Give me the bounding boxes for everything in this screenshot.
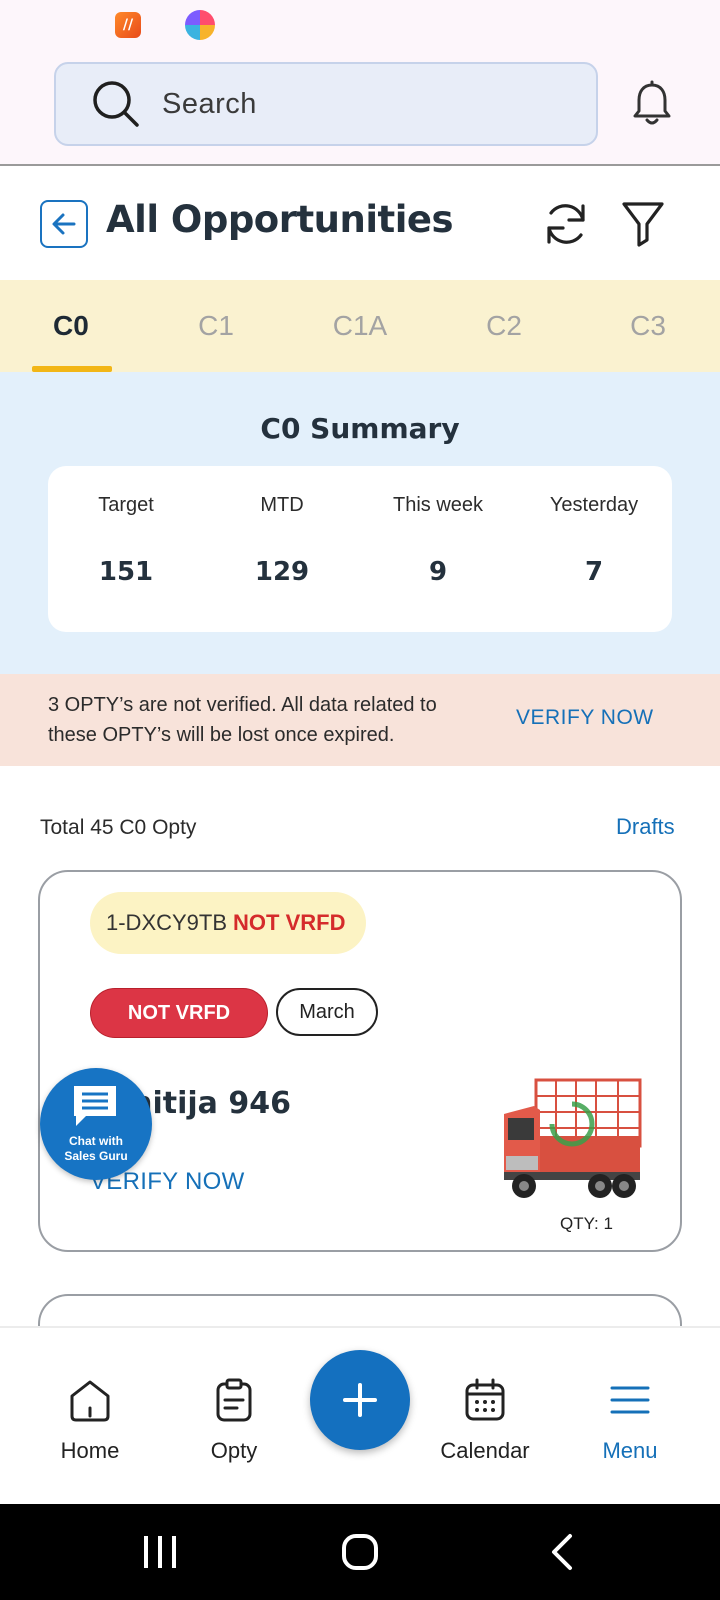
filter-icon[interactable]	[620, 198, 666, 250]
notification-app-icon-2	[185, 10, 215, 40]
summary-section: C0 Summary Target 151 MTD 129 This week …	[0, 372, 720, 674]
tab-c2[interactable]: C2	[432, 280, 576, 372]
nav-opty-label: Opty	[210, 1438, 258, 1463]
recent-apps-icon[interactable]	[140, 1532, 180, 1572]
tab-c0[interactable]: C0	[0, 280, 144, 372]
clipboard-icon	[216, 1378, 252, 1422]
notification-app-icon: //	[115, 12, 141, 38]
warning-message: 3 OPTY’s are not verified. All data rela…	[48, 694, 437, 746]
home-system-icon[interactable]	[340, 1532, 380, 1572]
bottom-navigation: Home Opty Calendar Menu	[0, 1326, 720, 1504]
stat-value: 129	[254, 557, 310, 587]
chat-label-line2: Sales Guru	[64, 1149, 128, 1163]
home-icon	[70, 1380, 110, 1422]
month-badge: March	[276, 988, 378, 1036]
opportunity-card[interactable]: 1-DXCY9TB NOT VRFD NOT VRFD March Kshiti…	[38, 870, 682, 1252]
total-count-label: Total 45 C0 Opty	[40, 816, 197, 839]
status-bar-icons: //	[115, 10, 215, 40]
chat-icon	[74, 1086, 116, 1126]
summary-card: Target 151 MTD 129 This week 9 Yesterday…	[48, 466, 672, 632]
title-bar: All Opportunities	[0, 168, 720, 280]
chat-label: Chat with Sales Guru	[40, 1134, 152, 1164]
bell-icon[interactable]	[630, 80, 674, 128]
stat-label: MTD	[260, 494, 304, 516]
quantity-label: QTY: 1	[560, 1214, 613, 1233]
menu-icon	[610, 1386, 650, 1414]
stat-yesterday: Yesterday 7	[516, 466, 672, 632]
calendar-icon	[465, 1378, 505, 1421]
tab-c1[interactable]: C1	[144, 280, 288, 372]
chat-label-line1: Chat with	[69, 1134, 123, 1148]
chat-sales-guru-button[interactable]: Chat with Sales Guru	[40, 1068, 152, 1180]
truck-image	[504, 1078, 642, 1198]
opty-id: 1-DXCY9TB	[106, 910, 228, 935]
top-header: //	[0, 0, 720, 166]
verify-now-link[interactable]: VERIFY NOW	[516, 706, 654, 730]
nav-calendar[interactable]: Calendar	[415, 1376, 555, 1464]
arrow-left-icon	[52, 213, 76, 235]
refresh-icon[interactable]	[540, 198, 592, 250]
stat-value: 9	[428, 557, 448, 587]
add-opportunity-button[interactable]	[310, 1350, 410, 1450]
nav-calendar-label: Calendar	[440, 1438, 530, 1463]
plus-icon	[343, 1383, 377, 1417]
summary-title: C0 Summary	[260, 412, 460, 445]
stat-value: 7	[584, 557, 604, 587]
status-badge: NOT VRFD	[90, 988, 268, 1038]
opty-id-status: NOT VRFD	[233, 910, 346, 935]
stat-this-week: This week 9	[360, 466, 516, 632]
nav-home-label: Home	[60, 1438, 120, 1463]
search-icon	[93, 81, 139, 127]
system-navigation-bar	[0, 1504, 720, 1600]
back-button[interactable]	[40, 200, 88, 248]
tab-c3[interactable]: C3	[576, 280, 720, 372]
badge-row: NOT VRFD March	[90, 988, 378, 1038]
back-system-icon[interactable]	[548, 1532, 578, 1572]
stat-label: Yesterday	[549, 494, 639, 516]
opty-id-pill: 1-DXCY9TB NOT VRFD	[90, 892, 366, 954]
nav-menu-label: Menu	[602, 1438, 658, 1463]
nav-opty[interactable]: Opty	[164, 1376, 304, 1464]
page-title: All Opportunities	[106, 198, 454, 241]
nav-menu[interactable]: Menu	[560, 1376, 700, 1464]
search-bar[interactable]	[54, 62, 598, 146]
app-screen: // All Opportunities	[0, 0, 720, 1600]
stat-label: Target	[98, 494, 154, 516]
search-input[interactable]	[162, 87, 542, 121]
stat-mtd: MTD 129	[204, 466, 360, 632]
unverified-warning-banner: 3 OPTY’s are not verified. All data rela…	[0, 674, 720, 766]
stat-value: 151	[98, 557, 154, 587]
stat-target: Target 151	[48, 466, 204, 632]
stat-label: This week	[392, 494, 484, 516]
drafts-link[interactable]: Drafts	[616, 814, 675, 840]
tab-c1a[interactable]: C1A	[288, 280, 432, 372]
category-tabs: C0 C1 C1A C2 C3	[0, 280, 720, 372]
nav-home[interactable]: Home	[20, 1376, 160, 1464]
